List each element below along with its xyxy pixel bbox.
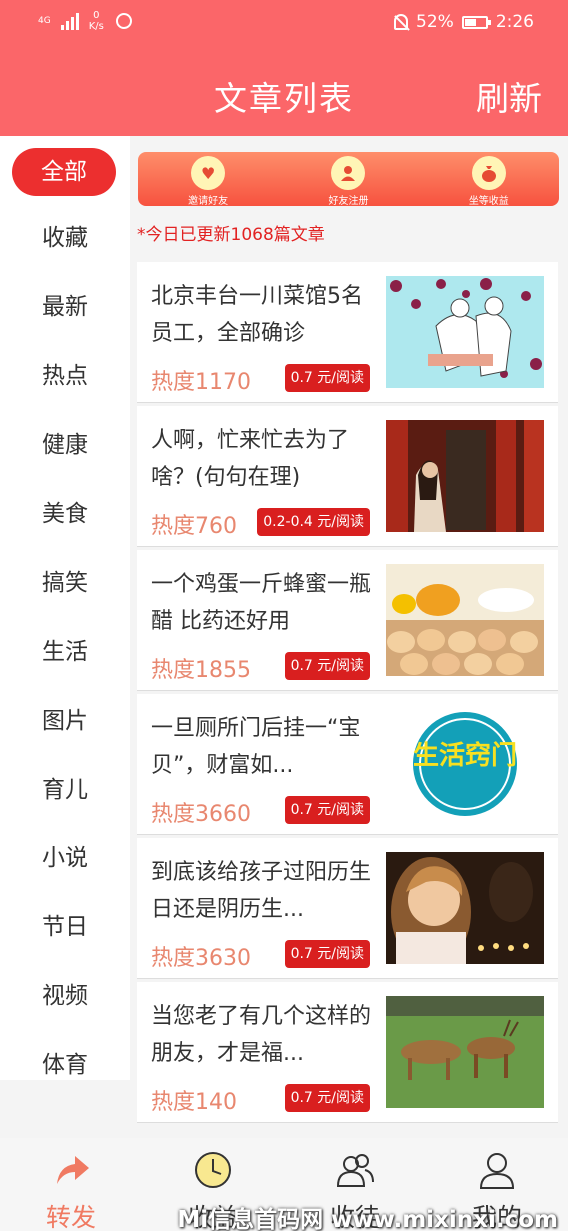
article-card[interactable]: 一旦厕所门后挂一“宝贝”，财富如... 热度3660 0.7 元/阅读 生活窍门 <box>137 694 558 835</box>
alarm-icon <box>115 13 132 29</box>
share-arrow-icon <box>57 1156 89 1184</box>
article-card[interactable]: 当您老了有几个这样的朋友，才是福... 热度140 0.7 元/阅读 <box>137 982 558 1123</box>
article-title: 到底该给孩子过阳历生日还是阴历生... <box>151 860 372 922</box>
category-holidays[interactable]: 节日 <box>0 903 130 951</box>
article-heat: 热度1855 <box>151 658 251 683</box>
article-price-badge: 0.7 元/阅读 <box>284 1084 370 1112</box>
article-title: 人啊，忙来忙去为了啥？(句句在理) <box>151 428 350 490</box>
network-speed: 0 K/s <box>88 10 104 32</box>
clock-coin-icon <box>195 1152 231 1188</box>
network-type: 4G <box>38 16 51 26</box>
article-thumbnail <box>386 420 544 532</box>
refresh-button[interactable]: 刷新 <box>476 72 542 120</box>
apprentice-people-icon <box>336 1154 374 1187</box>
battery-icon <box>461 15 491 29</box>
person-icon <box>331 156 366 190</box>
watermark: Mi信息首码网 www.mixinxi.com <box>177 1207 558 1231</box>
article-list-area: ♥ 邀请好友 好友注册 坐等收益 *今日已更新1068篇文章 北京丰台一川菜馆5… <box>130 136 568 1136</box>
article-card[interactable]: 到底该给孩子过阳历生日还是阴历生... 热度3630 0.7 元/阅读 <box>137 838 558 979</box>
status-bar: 4G 0 K/s 52% 2:26 <box>0 0 568 48</box>
article-price-badge: 0.7 元/阅读 <box>284 364 370 392</box>
category-novels[interactable]: 小说 <box>0 834 130 882</box>
category-hot[interactable]: 热点 <box>0 352 130 400</box>
article-title: 一旦厕所门后挂一“宝贝”，财富如... <box>151 716 361 778</box>
article-thumbnail <box>386 276 544 388</box>
category-food[interactable]: 美食 <box>0 490 130 538</box>
article-thumbnail <box>386 564 544 676</box>
battery-percent: 52% <box>416 12 454 32</box>
article-heat: 热度3660 <box>151 802 251 827</box>
article-heat: 热度1170 <box>151 370 251 395</box>
update-notice: *今日已更新1068篇文章 <box>137 225 325 245</box>
article-price-badge: 0.2-0.4 元/阅读 <box>257 508 370 536</box>
article-heat: 热度140 <box>151 1090 237 1115</box>
category-sports[interactable]: 体育 <box>0 1041 130 1089</box>
category-funny[interactable]: 搞笑 <box>0 559 130 607</box>
heart-gift-icon: ♥ <box>191 156 226 190</box>
category-latest[interactable]: 最新 <box>0 283 130 331</box>
article-card[interactable]: 一个鸡蛋一斤蜂蜜一瓶醋 比药还好用 热度1855 0.7 元/阅读 <box>137 550 558 691</box>
article-thumbnail <box>386 996 544 1108</box>
article-heat: 热度760 <box>151 514 237 539</box>
clock: 2:26 <box>495 12 534 32</box>
signal-icon <box>60 12 79 30</box>
article-title: 北京丰台一川菜馆5名员工，全部确诊 <box>151 284 363 346</box>
article-card[interactable]: 北京丰台一川菜馆5名员工，全部确诊 热度1170 0.7 元/阅读 <box>137 262 558 403</box>
article-title: 当您老了有几个这样的朋友，才是福... <box>151 1004 372 1066</box>
article-thumbnail <box>386 852 544 964</box>
invite-friends-button[interactable]: ♥ 邀请好友 <box>138 152 278 207</box>
logo-text-line1: 生活窍门 <box>413 740 517 771</box>
article-title: 一个鸡蛋一斤蜂蜜一瓶醋 比药还好用 <box>151 572 372 634</box>
mute-bell-icon <box>394 14 409 30</box>
category-parenting[interactable]: 育儿 <box>0 766 130 814</box>
user-profile-icon <box>479 1153 515 1189</box>
tab-share[interactable]: 转发 <box>0 1138 142 1231</box>
category-pictures[interactable]: 图片 <box>0 697 130 745</box>
category-videos[interactable]: 视频 <box>0 972 130 1020</box>
category-health[interactable]: 健康 <box>0 421 130 469</box>
friend-register-button[interactable]: 好友注册 <box>278 152 418 207</box>
article-heat: 热度3630 <box>151 946 251 971</box>
article-price-badge: 0.7 元/阅读 <box>284 796 370 824</box>
category-life[interactable]: 生活 <box>0 628 130 676</box>
passive-income-button[interactable]: 坐等收益 <box>419 152 559 207</box>
article-price-badge: 0.7 元/阅读 <box>284 652 370 680</box>
article-thumbnail: 生活窍门 <box>386 708 544 820</box>
promo-banner: ♥ 邀请好友 好友注册 坐等收益 <box>138 152 559 207</box>
category-all[interactable]: 全部 <box>12 148 116 196</box>
category-favorites[interactable]: 收藏 <box>0 214 130 262</box>
money-bag-icon <box>471 156 506 190</box>
article-price-badge: 0.7 元/阅读 <box>284 940 370 968</box>
app-header: 文章列表 刷新 <box>0 48 568 136</box>
article-card[interactable]: 人啊，忙来忙去为了啥？(句句在理) 热度760 0.2-0.4 元/阅读 <box>137 406 558 547</box>
category-sidebar: 全部 收藏 最新 热点 健康 美食 搞笑 生活 图片 育儿 小说 节日 视频 体… <box>0 136 130 1080</box>
